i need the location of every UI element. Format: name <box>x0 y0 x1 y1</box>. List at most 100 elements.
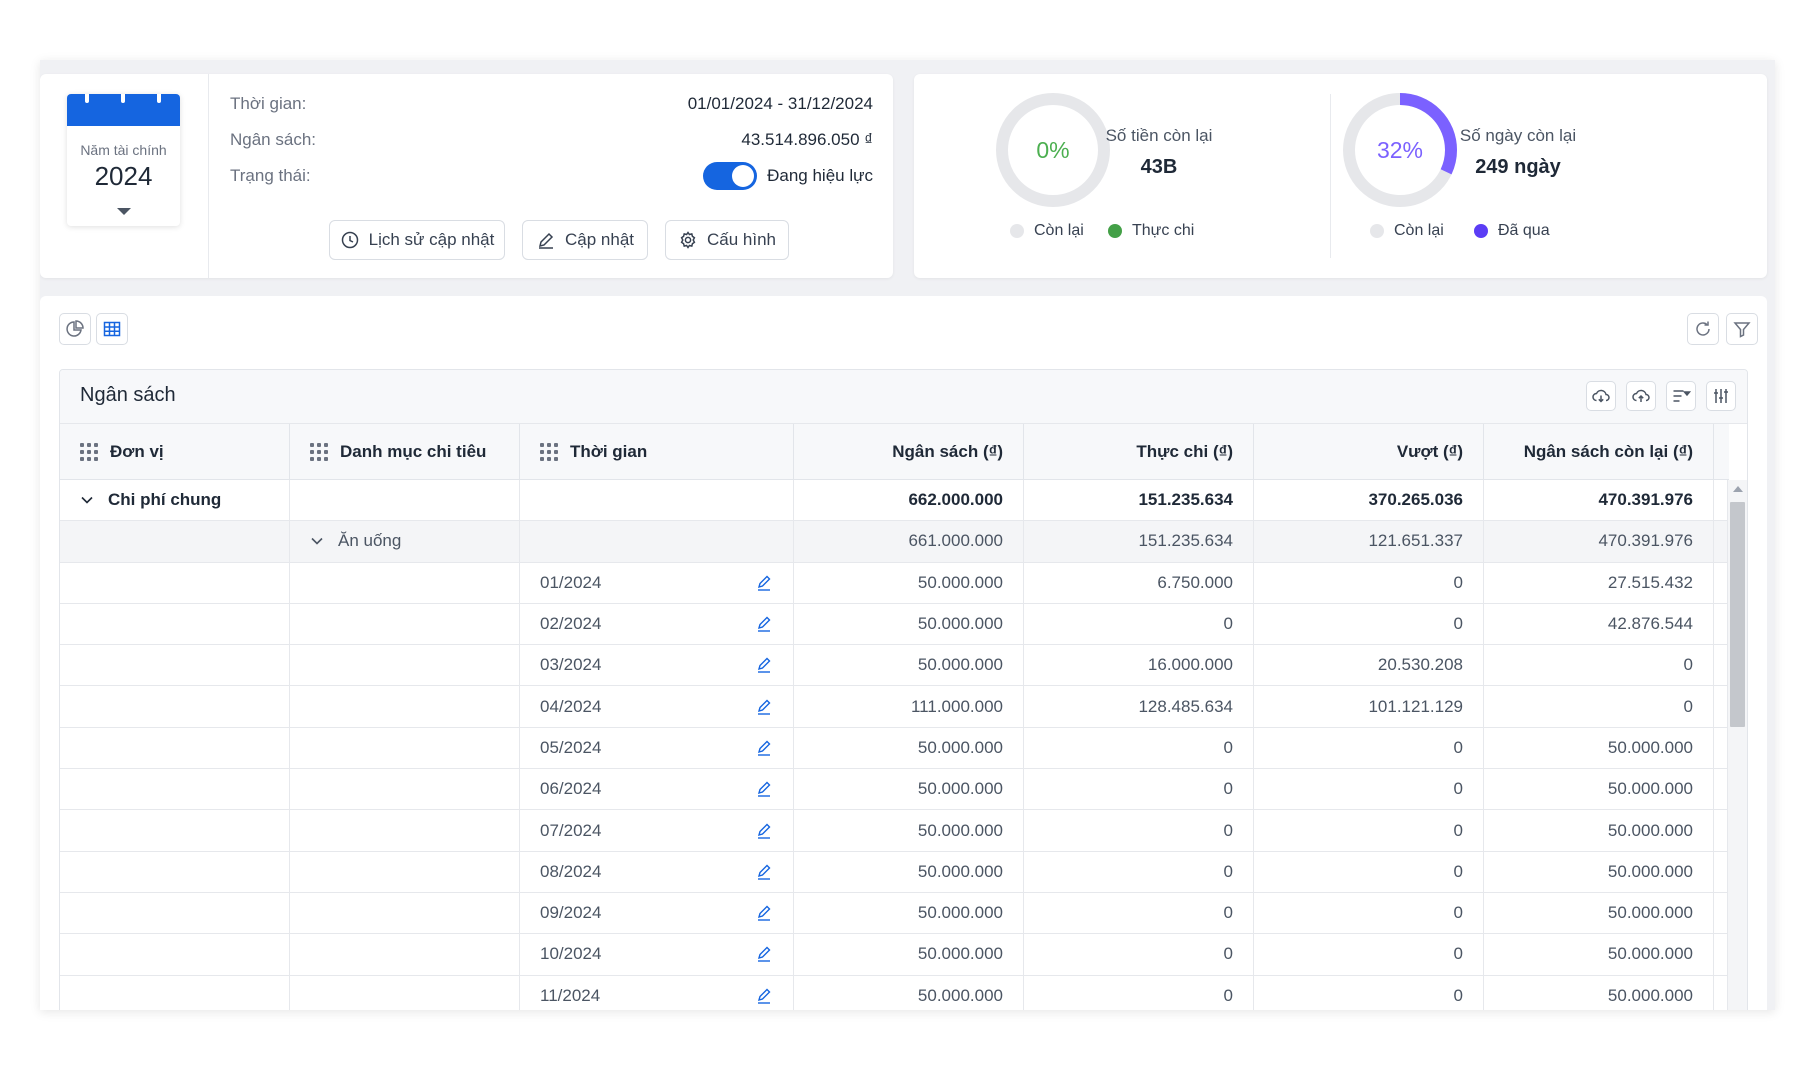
column-header-over[interactable]: Vượt (₫) <box>1254 424 1484 480</box>
refresh-button[interactable] <box>1687 313 1719 345</box>
table-view-button[interactable] <box>96 313 128 345</box>
spent-cell: 128.485.634 <box>1024 686 1254 727</box>
table-icon <box>103 321 121 337</box>
table-row[interactable]: 03/2024 50.000.000 16.000.000 20.530.208 0 <box>60 645 1729 687</box>
clock-icon <box>341 231 358 249</box>
update-button[interactable]: Cập nhật <box>522 220 648 260</box>
table-row[interactable]: 09/2024 50.000.000 0 0 50.000.000 <box>60 892 1729 935</box>
budget-dashboard: Năm tài chính 2024 Thời gian: 01/01/2024… <box>40 60 1775 1010</box>
table-row[interactable]: 07/2024 50.000.000 0 0 50.000.000 <box>60 810 1729 852</box>
over-cell: 0 <box>1254 603 1484 645</box>
empty-cell <box>290 727 520 769</box>
period-value: 01/2024 <box>540 572 602 592</box>
pencil-edit-icon[interactable] <box>755 863 773 881</box>
empty-cell <box>290 769 520 810</box>
column-header-spent[interactable]: Thực chi (₫) <box>1024 424 1254 480</box>
status-toggle-group: Đang hiệu lực <box>703 162 873 190</box>
category-name: Ăn uống <box>338 531 402 551</box>
refresh-icon <box>1696 321 1710 336</box>
pencil-edit-icon[interactable] <box>755 945 773 963</box>
column-header-budget[interactable]: Ngân sách (₫) <box>794 424 1024 480</box>
pie-chart-icon <box>66 320 84 337</box>
fiscal-year-picker[interactable]: Năm tài chính 2024 <box>67 94 180 226</box>
sort-button[interactable] <box>1666 381 1696 411</box>
chart-view-button[interactable] <box>59 313 91 345</box>
scroll-up-arrow-icon[interactable] <box>1733 486 1743 492</box>
pencil-edit-icon[interactable] <box>755 656 773 674</box>
scrollbar-thumb[interactable] <box>1730 502 1745 727</box>
days-legend-remaining: Còn lại <box>1370 222 1444 240</box>
pencil-edit-icon[interactable] <box>755 739 773 757</box>
period-value: 08/2024 <box>540 861 602 881</box>
table-row[interactable]: 10/2024 50.000.000 0 0 50.000.000 <box>60 934 1729 976</box>
cloud-upload-button[interactable] <box>1626 381 1656 411</box>
spent-cell: 0 <box>1024 727 1254 769</box>
chevron-down-icon[interactable] <box>310 534 324 548</box>
table-row[interactable]: 01/2024 50.000.000 6.750.000 0 27.515.432 <box>60 562 1729 604</box>
column-header-period[interactable]: Thời gian <box>520 424 794 480</box>
fiscal-year-column: Năm tài chính 2024 <box>40 74 209 278</box>
category-remaining: 470.391.976 <box>1484 521 1714 562</box>
period-cell: 09/2024 <box>520 892 794 934</box>
budget-cell: 50.000.000 <box>794 727 1024 769</box>
remaining-cell: 50.000.000 <box>1484 851 1714 892</box>
gear-icon <box>680 231 696 249</box>
table-row[interactable]: 08/2024 50.000.000 0 0 50.000.000 <box>60 851 1729 893</box>
budget-table: Ngân sách Đơn vị Danh mục chi tiêu Thời … <box>59 369 1748 1010</box>
caret-down-icon[interactable] <box>113 200 135 222</box>
empty-cell <box>290 975 520 1010</box>
pencil-edit-icon[interactable] <box>755 615 773 633</box>
legend-dot <box>1010 224 1024 238</box>
empty-cell <box>520 480 794 521</box>
pencil-edit-icon[interactable] <box>755 822 773 840</box>
pencil-edit-icon[interactable] <box>755 987 773 1005</box>
group-spent: 151.235.634 <box>1024 480 1254 521</box>
drag-handle-icon[interactable] <box>80 443 98 461</box>
column-settings-button[interactable] <box>1706 381 1736 411</box>
pencil-edit-icon[interactable] <box>755 780 773 798</box>
status-toggle[interactable] <box>703 162 758 190</box>
column-header-label: Thời gian <box>570 442 648 461</box>
config-button[interactable]: Cấu hình <box>665 220 789 260</box>
budget-cell: 50.000.000 <box>794 892 1024 934</box>
pencil-edit-icon[interactable] <box>755 574 773 592</box>
empty-cell <box>60 975 290 1010</box>
days-title: Số ngày còn lại <box>1459 126 1577 145</box>
table-row[interactable]: 06/2024 50.000.000 0 0 50.000.000 <box>60 769 1729 811</box>
table-row[interactable]: 04/2024 111.000.000 128.485.634 101.121.129… <box>60 686 1729 728</box>
empty-cell <box>60 521 290 562</box>
history-button[interactable]: Lịch sử cập nhật <box>329 220 505 260</box>
vertical-scrollbar[interactable] <box>1727 480 1747 1010</box>
fiscal-year-value: 2024 <box>94 161 153 191</box>
fullscreen-button[interactable] <box>1746 381 1747 411</box>
group-row-category[interactable]: Ăn uống 661.000.000 151.235.634 121.651.… <box>60 521 1729 563</box>
table-row[interactable]: 05/2024 50.000.000 0 0 50.000.000 <box>60 727 1729 770</box>
filter-button[interactable] <box>1726 313 1758 345</box>
money-title: Số tiền còn lại <box>1105 126 1213 145</box>
over-cell: 0 <box>1254 810 1484 851</box>
status-row: Trạng thái: Đang hiệu lực <box>230 162 873 190</box>
column-header-remaining[interactable]: Ngân sách còn lại (₫) <box>1484 424 1714 480</box>
legend-label: Thực chi <box>1132 222 1195 239</box>
group-row-unit[interactable]: Chi phí chung 662.000.000 151.235.634 37… <box>60 480 1729 522</box>
data-rows: 01/2024 50.000.000 6.750.000 0 27.515.432 02/… <box>60 562 1729 1010</box>
empty-cell <box>60 810 290 851</box>
cloud-download-button[interactable] <box>1586 381 1616 411</box>
period-value: 11/2024 <box>540 985 601 1005</box>
drag-handle-icon[interactable] <box>540 443 558 461</box>
table-row[interactable]: 11/2024 50.000.000 0 0 50.000.000 <box>60 975 1729 1010</box>
group-over: 370.265.036 <box>1254 480 1484 521</box>
group-name: Chi phí chung <box>108 490 222 510</box>
pencil-edit-icon[interactable] <box>755 904 773 922</box>
column-header-category[interactable]: Danh mục chi tiêu <box>290 424 520 480</box>
chevron-down-icon[interactable] <box>80 493 94 507</box>
update-button-label: Cập nhật <box>565 230 634 249</box>
period-cell: 07/2024 <box>520 810 794 851</box>
pencil-edit-icon[interactable] <box>755 698 773 716</box>
empty-cell <box>290 603 520 645</box>
spent-cell: 0 <box>1024 603 1254 645</box>
drag-handle-icon[interactable] <box>310 443 328 461</box>
table-row[interactable]: 02/2024 50.000.000 0 0 42.876.544 <box>60 603 1729 646</box>
column-header-unit[interactable]: Đơn vị <box>60 424 290 480</box>
group-remaining: 470.391.976 <box>1484 480 1714 521</box>
